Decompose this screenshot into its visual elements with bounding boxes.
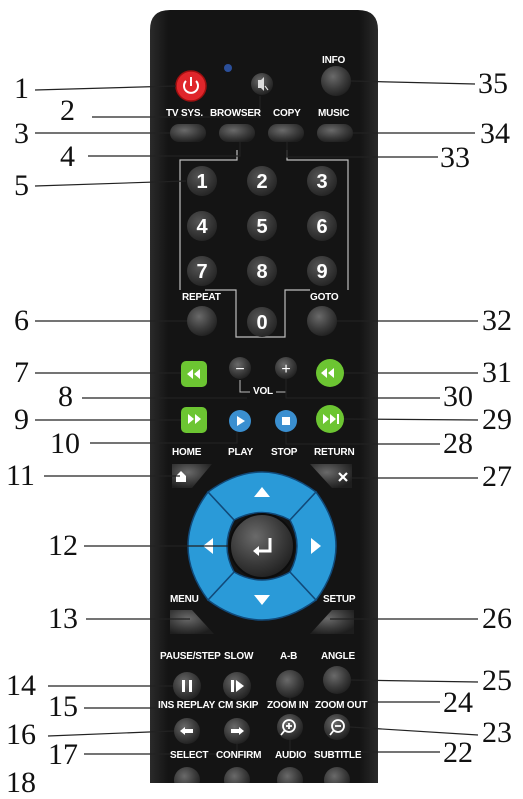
return-label: RETURN (314, 447, 355, 458)
callout-18: 18 (6, 766, 36, 799)
repeat-label: REPEAT (182, 292, 221, 303)
led-indicator (224, 64, 232, 72)
confirm-label: CONFIRM (216, 750, 262, 761)
vol-plus-symbol: + (281, 361, 290, 378)
zoom-in-label: ZOOM IN (267, 700, 309, 711)
callout-28: 28 (443, 427, 473, 460)
pause-step-label: PAUSE/STEP (160, 651, 221, 662)
callout-6: 6 (14, 304, 29, 337)
browser-label: BROWSER (210, 108, 261, 119)
zoom-in-button[interactable] (277, 714, 303, 740)
digit-9-label: 9 (316, 261, 327, 283)
info-label: INFO (322, 55, 346, 66)
digit-8-label: 8 (256, 261, 267, 283)
callout-11: 11 (6, 459, 35, 492)
repeat-button[interactable] (187, 306, 217, 336)
callout-15: 15 (48, 690, 78, 723)
zoom-out-button[interactable] (324, 714, 350, 740)
menu-label: MENU (170, 594, 199, 605)
browser-button[interactable] (219, 124, 255, 142)
subtitle-label: SUBTITLE (314, 750, 362, 761)
callout-24: 24 (443, 686, 473, 719)
vol-minus-symbol: − (235, 361, 244, 378)
callout-27: 27 (482, 460, 512, 493)
callout-4: 4 (60, 140, 75, 173)
zoom-out-label: ZOOM OUT (315, 700, 368, 711)
a-b-label: A-B (280, 651, 298, 662)
digit-3-label: 3 (316, 171, 327, 193)
callout-7: 7 (14, 356, 29, 389)
digit-2-label: 2 (256, 171, 267, 193)
callout-34: 34 (480, 117, 510, 150)
stop-icon (282, 417, 290, 425)
cm-skip-label: CM SKIP (218, 700, 259, 711)
tv-sys-label: TV SYS. (166, 108, 203, 119)
callout-33: 33 (440, 141, 470, 174)
music-label: MUSIC (318, 108, 350, 119)
callout-17: 17 (48, 738, 78, 771)
callout-32: 32 (482, 304, 512, 337)
callout-9: 9 (14, 403, 29, 436)
callout-2: 2 (60, 94, 75, 127)
callout-31: 31 (482, 356, 512, 389)
digit-4-label: 4 (196, 216, 208, 238)
digit-6-label: 6 (316, 216, 327, 238)
ins-replay-label: INS REPLAY (158, 700, 216, 711)
music-button[interactable] (317, 124, 353, 142)
info-button[interactable] (321, 66, 351, 96)
digit-7-label: 7 (196, 261, 207, 283)
callout-10: 10 (50, 427, 80, 460)
callout-22: 22 (443, 736, 473, 769)
callout-5: 5 (14, 169, 29, 202)
callout-26: 26 (482, 602, 512, 635)
callout-1: 1 (14, 72, 29, 105)
angle-button[interactable] (323, 666, 351, 694)
copy-button[interactable] (268, 124, 304, 142)
setup-label: SETUP (323, 594, 356, 605)
fast-forward-button[interactable] (181, 407, 207, 433)
pause-step-button[interactable] (173, 672, 201, 700)
callout-16: 16 (6, 718, 36, 751)
goto-button[interactable] (307, 306, 337, 336)
digit-0-label: 0 (256, 312, 267, 334)
callout-14: 14 (6, 669, 36, 702)
callout-8: 8 (58, 380, 73, 413)
callout-13: 13 (48, 602, 78, 635)
play-label: PLAY (228, 447, 253, 458)
angle-label: ANGLE (321, 651, 356, 662)
callout-3: 3 (14, 117, 29, 150)
copy-label: COPY (273, 108, 301, 119)
stop-label: STOP (271, 447, 298, 458)
callout-25: 25 (482, 664, 512, 697)
callout-12: 12 (48, 529, 78, 562)
callout-30: 30 (443, 380, 473, 413)
callout-23: 23 (482, 716, 512, 749)
slow-label: SLOW (224, 651, 254, 662)
goto-label: GOTO (310, 292, 339, 303)
select-label: SELECT (170, 750, 209, 761)
enter-button[interactable] (229, 513, 295, 579)
tv-sys-button[interactable] (170, 124, 206, 142)
vol-label: VOL (253, 386, 273, 397)
digit-5-label: 5 (256, 216, 267, 238)
callout-35: 35 (478, 67, 508, 100)
home-label: HOME (172, 447, 202, 458)
a-b-button[interactable] (276, 670, 304, 698)
audio-label: AUDIO (275, 750, 307, 761)
digit-1-label: 1 (196, 171, 207, 193)
callout-29: 29 (482, 403, 512, 436)
